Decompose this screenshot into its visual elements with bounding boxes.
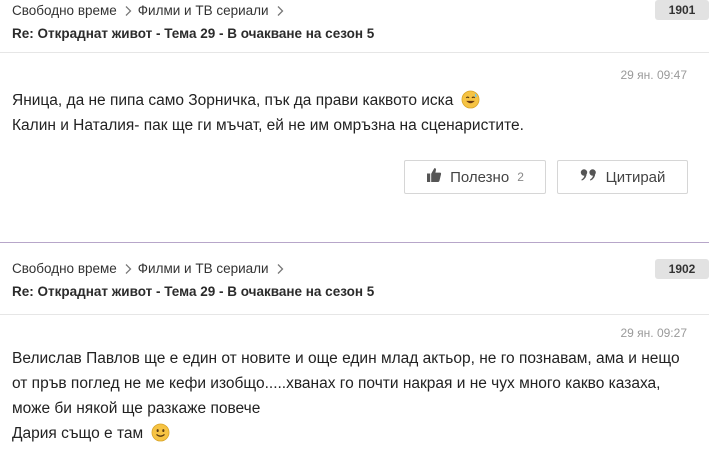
post-text: Дария също е там xyxy=(12,425,144,442)
post-timestamp: 29 ян. 09:27 xyxy=(620,326,687,340)
post-text-paragraph: Велислав Павлов ще е един от новите и ощ… xyxy=(12,350,680,417)
breadcrumb-item-leisure[interactable]: Свободно време xyxy=(12,3,117,18)
thumbs-up-icon xyxy=(426,167,442,187)
thread-title[interactable]: Re: Откраднат живот - Тема 29 - В очаква… xyxy=(12,284,374,299)
post-number-badge[interactable]: 1901 xyxy=(655,0,709,20)
quote-icon xyxy=(580,168,598,186)
breadcrumb: Свободно време Филми и ТВ сериали xyxy=(12,3,290,18)
useful-label: Полезно xyxy=(450,168,510,186)
useful-count: 2 xyxy=(517,170,524,184)
forum-post: Свободно време Филми и ТВ сериали 1901 R… xyxy=(0,0,709,244)
chevron-right-icon xyxy=(122,263,134,275)
quote-label: Цитирай xyxy=(605,168,666,186)
breadcrumb-item-movies-tv[interactable]: Филми и ТВ сериали xyxy=(138,3,269,18)
post-separator xyxy=(0,242,709,243)
sweat-smile-emoji-icon xyxy=(461,90,480,109)
quote-button[interactable]: Цитирай xyxy=(557,160,688,194)
post-text-line: Яница, да не пипа само Зорничка, пък да … xyxy=(12,88,702,113)
post-text: Яница, да не пипа само Зорничка, пък да … xyxy=(12,92,454,109)
post-number-badge[interactable]: 1902 xyxy=(655,259,709,279)
breadcrumb-item-leisure[interactable]: Свободно време xyxy=(12,261,117,276)
divider xyxy=(0,314,709,315)
post-text-line: Калин и Наталия- пак ще ги мъчат, ей не … xyxy=(12,117,524,134)
breadcrumb-item-movies-tv[interactable]: Филми и ТВ сериали xyxy=(138,261,269,276)
forum-post: Свободно време Филми и ТВ сериали 1902 R… xyxy=(0,244,709,465)
chevron-right-icon xyxy=(122,5,134,17)
thread-title[interactable]: Re: Откраднат живот - Тема 29 - В очаква… xyxy=(12,26,374,41)
post-text-line: Дария също е там xyxy=(12,421,697,446)
post-body: Велислав Павлов ще е един от новите и ощ… xyxy=(12,346,697,446)
breadcrumb: Свободно време Филми и ТВ сериали xyxy=(12,261,290,276)
chevron-right-icon xyxy=(274,5,286,17)
divider xyxy=(0,52,709,53)
chevron-right-icon xyxy=(274,263,286,275)
post-timestamp: 29 ян. 09:47 xyxy=(620,68,687,82)
smile-emoji-icon xyxy=(151,423,170,442)
useful-button[interactable]: Полезно 2 xyxy=(404,160,546,194)
post-body: Яница, да не пипа само Зорничка, пък да … xyxy=(12,88,702,138)
